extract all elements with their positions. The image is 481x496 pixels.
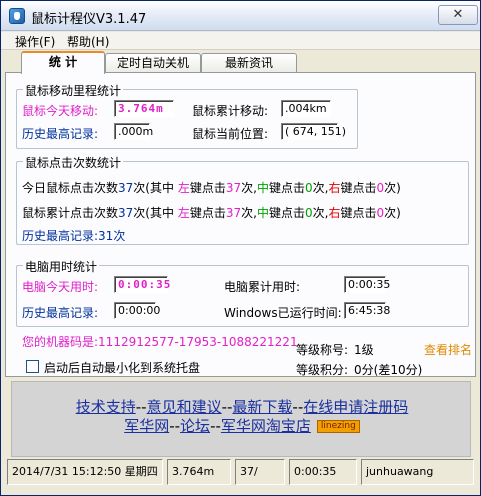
junhua-site-link[interactable]: 军华网 — [124, 417, 169, 435]
status-username: junhuawang — [361, 459, 474, 485]
main-window: 鼠标计程仪V3.1.47 ✕ 操作(F) 帮助(H) 统 计 定时自动关机 最新… — [0, 0, 481, 496]
today-move-label: 鼠标今天移动: — [22, 104, 99, 118]
rank-value: 1级 — [354, 343, 374, 357]
tab-strip: 统 计 定时自动关机 最新资讯 — [1, 51, 480, 74]
tab-news[interactable]: 最新资讯 — [201, 53, 297, 73]
window-title: 鼠标计程仪V3.1.47 — [31, 12, 147, 27]
statistics-panel: 鼠标移动里程统计 鼠标今天移动: 3.764m 鼠标累计移动: .004km 历… — [5, 72, 476, 377]
status-distance: 3.764m — [167, 459, 231, 485]
links-row-1: 技术支持--意见和建议--最新下载--在线申请注册码 — [75, 398, 409, 416]
move-record-label: 历史最高记录: — [22, 127, 99, 141]
mouse-app-icon — [9, 8, 25, 24]
points-value: 0分(差10分) — [354, 363, 423, 377]
position-label: 鼠标当前位置: — [192, 127, 269, 141]
status-datetime: 2014/7/31 15:12:50 星期四 — [7, 459, 163, 485]
tech-support-link[interactable]: 技术支持 — [76, 398, 136, 416]
menu-help[interactable]: 帮助(H) — [67, 33, 109, 50]
today-usage-label: 电脑今天用时: — [22, 280, 99, 294]
autostart-label[interactable]: 启动后自动最小化到系统托盘 — [44, 359, 200, 376]
today-move-value: 3.764m — [114, 100, 174, 117]
taobao-shop-link[interactable]: 军华网淘宝店 — [221, 417, 311, 435]
usage-record-label: 历史最高记录: — [22, 306, 99, 320]
total-move-label: 鼠标累计移动: — [192, 104, 269, 118]
position-value: ( 674, 151) — [281, 123, 346, 140]
today-clicks-line: 今日鼠标点击次数37次(其中 左键点击37次,中键点击0次,右键点击0次) — [22, 181, 401, 195]
total-move-value: .004km — [281, 100, 331, 117]
feedback-link[interactable]: 意见和建议 — [147, 398, 222, 416]
tab-statistics[interactable]: 统 计 — [21, 51, 105, 74]
status-usage-time: 0:00:35 — [289, 459, 357, 485]
register-link[interactable]: 在线申请注册码 — [303, 398, 408, 416]
links-row-2: 军华网--论坛--军华网淘宝店 linezing — [12, 415, 472, 436]
title-bar[interactable]: 鼠标计程仪V3.1.47 ✕ — [1, 1, 480, 31]
today-usage-value: 0:00:35 — [114, 276, 170, 293]
mileage-group-title: 鼠标移动里程统计 — [23, 82, 124, 99]
usage-group-title: 电脑用时统计 — [23, 258, 100, 275]
autostart-checkbox[interactable] — [26, 360, 39, 373]
menu-bar: 操作(F) 帮助(H) — [1, 32, 480, 50]
menu-operate[interactable]: 操作(F) — [15, 33, 55, 50]
windows-uptime-label: Windows已运行时间: — [224, 306, 342, 320]
total-usage-value: 0:00:35 — [344, 276, 390, 293]
status-bar: 2014/7/31 15:12:50 星期四 3.764m 37/ 0:00:3… — [5, 459, 476, 485]
tab-auto-shutdown[interactable]: 定时自动关机 — [105, 53, 201, 73]
points-label: 等级积分: — [296, 363, 349, 377]
machine-code: 您的机器码是:1112912577-17953-1088221221 — [22, 335, 298, 349]
total-clicks-line: 鼠标累计点击次数37次(其中 左键点击37次,中键点击0次,右键点击0次) — [22, 206, 401, 220]
clicks-record: 历史最高记录:31次 — [22, 229, 126, 243]
clicks-group-title: 鼠标点击次数统计 — [23, 154, 124, 171]
move-record-value: .000m — [114, 123, 153, 140]
links-area: 技术支持--意见和建议--最新下载--在线申请注册码 军华网--论坛--军华网淘… — [11, 381, 471, 457]
status-clicks: 37/ — [235, 459, 285, 485]
rank-label: 等级称号: — [296, 343, 349, 357]
forum-link[interactable]: 论坛 — [180, 417, 210, 435]
download-link[interactable]: 最新下载 — [232, 398, 292, 416]
linezing-badge[interactable]: linezing — [316, 420, 360, 433]
view-ranking-link[interactable]: 查看排名 — [424, 341, 472, 358]
windows-uptime-value: 6:45:38 — [344, 302, 390, 319]
usage-record-value: 0:00:00 — [114, 302, 160, 319]
total-usage-label: 电脑累计用时: — [224, 280, 301, 294]
close-button[interactable]: ✕ — [438, 5, 478, 25]
